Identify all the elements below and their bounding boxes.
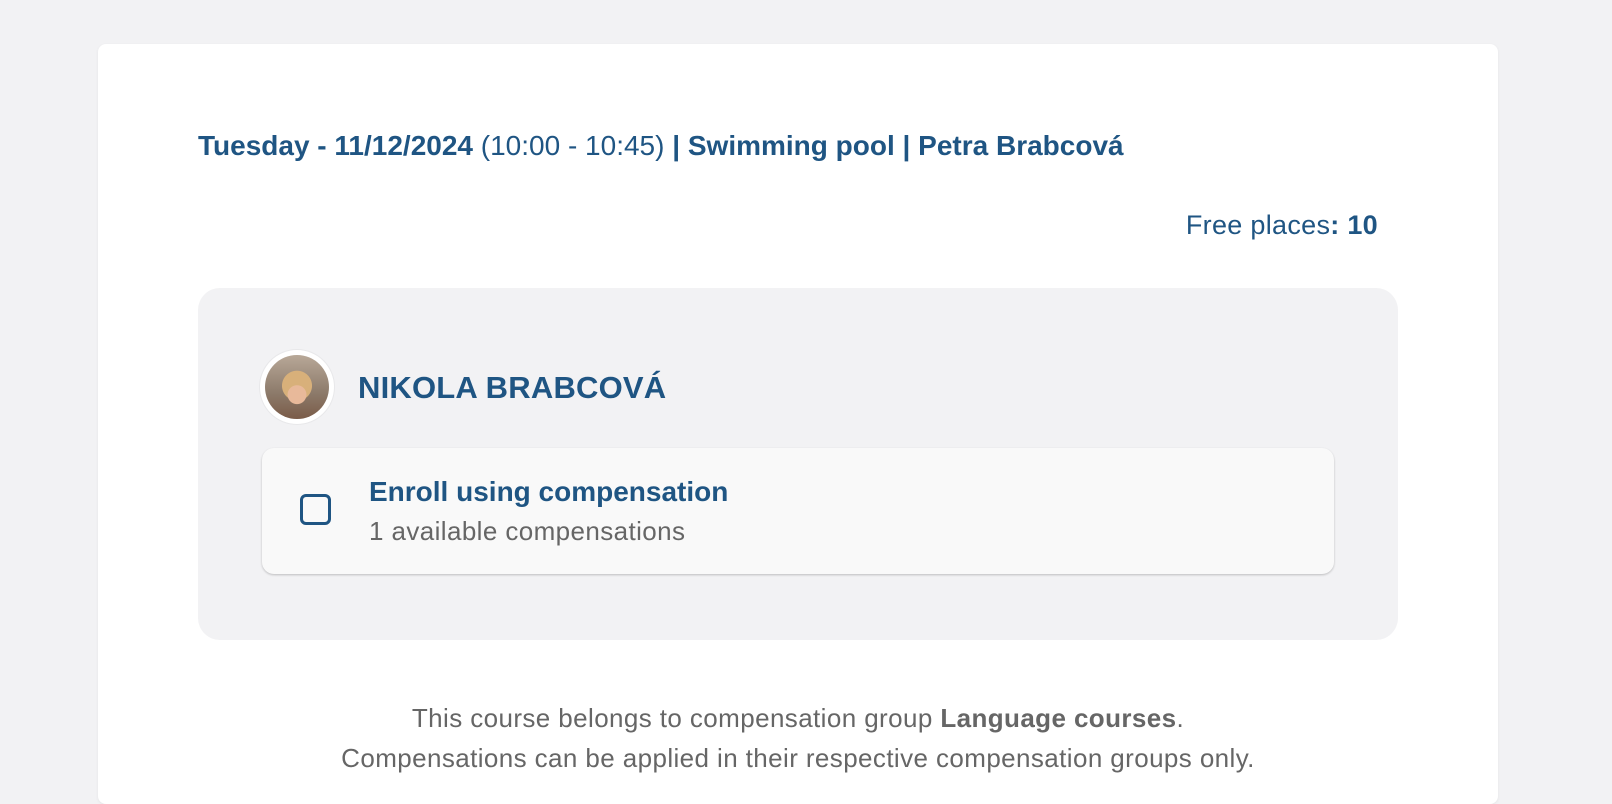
compensation-option-title: Enroll using compensation: [369, 476, 729, 507]
note-suffix: .: [1176, 703, 1185, 733]
participant-section: NIKOLA BRABCOVÁ Enroll using compensatio…: [198, 288, 1398, 640]
lesson-location: Swimming pool: [687, 130, 895, 161]
user-photo-icon: [265, 355, 329, 419]
compensation-option-subtitle: 1 available compensations: [369, 516, 686, 546]
compensation-checkbox[interactable]: [300, 494, 331, 525]
note-prefix: This course belongs to compensation grou…: [411, 703, 941, 733]
header-separator: |: [664, 130, 688, 161]
note-line-2: Compensations can be applied in their re…: [341, 743, 1255, 773]
compensation-group-name: Language courses: [940, 703, 1177, 733]
free-places: Free places: 10: [1186, 210, 1378, 241]
lesson-instructor: Petra Brabcová: [918, 130, 1124, 161]
lesson-time: (10:00 - 10:45): [480, 130, 665, 161]
free-places-label: Free places: [1185, 210, 1331, 240]
header-separator: |: [894, 130, 919, 161]
free-places-value: 10: [1347, 210, 1378, 240]
compensation-group-note: This course belongs to compensation grou…: [98, 698, 1498, 778]
note-line-1: This course belongs to compensation grou…: [98, 698, 1498, 738]
lesson-header: Tuesday - 11/12/2024 (10:00 - 10:45) | S…: [198, 130, 1124, 162]
compensation-option[interactable]: Enroll using compensation 1 available co…: [262, 448, 1334, 574]
avatar: [260, 350, 334, 424]
participant-name: NIKOLA BRABCOVÁ: [358, 370, 667, 405]
enrollment-card: Tuesday - 11/12/2024 (10:00 - 10:45) | S…: [98, 44, 1498, 804]
free-places-colon: :: [1330, 210, 1348, 240]
lesson-day-date: Tuesday - 11/12/2024: [198, 130, 473, 161]
